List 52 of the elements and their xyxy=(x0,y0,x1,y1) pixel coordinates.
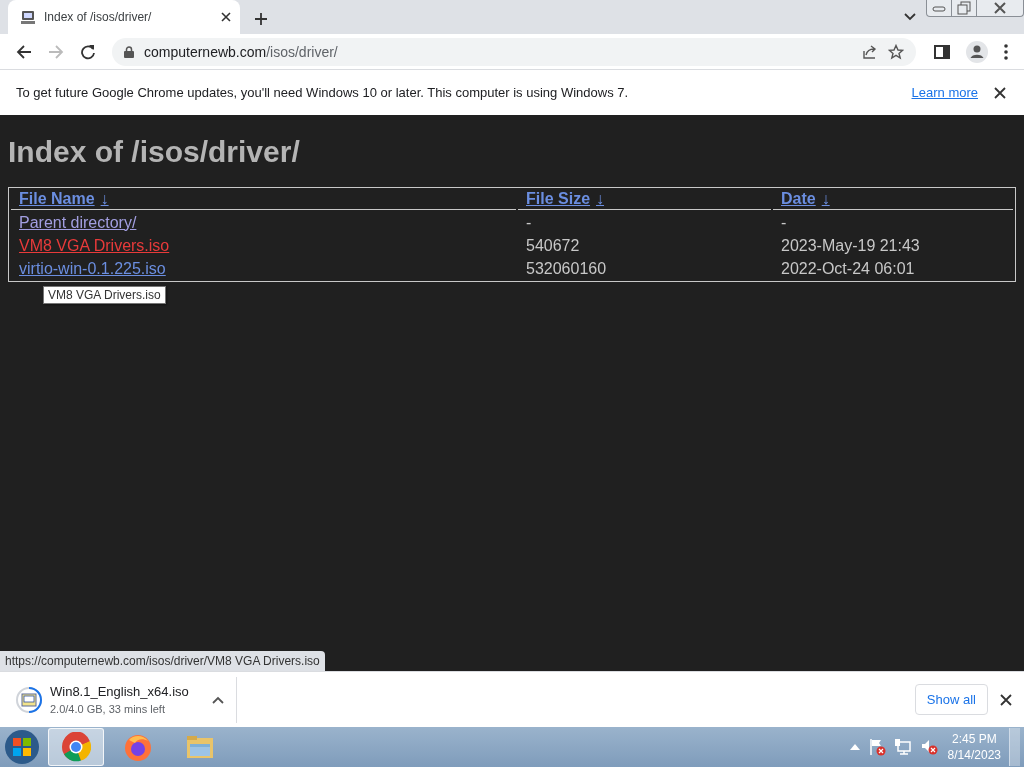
file-link[interactable]: virtio-win-0.1.225.iso xyxy=(19,259,166,277)
chrome-logo-icon xyxy=(61,732,91,762)
profile-icon[interactable] xyxy=(966,40,988,63)
file-size-cell-text: - xyxy=(525,212,533,233)
back-icon[interactable] xyxy=(16,43,32,60)
date-cell-text: - xyxy=(780,212,788,233)
clock-date: 8/14/2023 xyxy=(947,747,1001,763)
learn-more-link[interactable]: Learn more xyxy=(911,85,978,100)
date-cell-text: 2022-Oct-24 06:01 xyxy=(780,258,916,279)
status-url: https://computernewb.com/isos/driver/VM8 VGA Drivers.iso xyxy=(0,651,325,671)
clock-time: 2:45 PM xyxy=(951,731,997,747)
column-sort-link[interactable]: Date xyxy=(781,190,816,207)
reload-icon[interactable] xyxy=(80,43,96,60)
tab-title: Index of /isos/driver/ xyxy=(44,10,153,24)
windows-start-orb-icon[interactable] xyxy=(4,729,40,765)
close-icon[interactable] xyxy=(994,86,1006,99)
file-link[interactable]: Parent directory/ xyxy=(19,213,137,231)
chevron-down-icon[interactable] xyxy=(904,13,916,21)
download-progress-text: 2.0/4.0 GB, 33 mins left xyxy=(50,703,166,715)
sort-arrow[interactable]: ↓ xyxy=(596,190,605,207)
column-sort-link[interactable]: File Name xyxy=(19,190,95,207)
star-icon[interactable] xyxy=(888,43,904,60)
update-message: To get future Google Chrome updates, you'll need Windows 10 or later. This computer is using Windows 7. xyxy=(16,85,630,100)
browser-tab[interactable]: Index of /isos/driver/ xyxy=(8,0,240,34)
taskbar-button[interactable] xyxy=(48,728,104,766)
menu-icon[interactable] xyxy=(1004,43,1008,60)
sort-arrow[interactable]: ↓ xyxy=(100,190,109,207)
link-tooltip: VM8 VGA Drivers.iso xyxy=(43,286,166,304)
date-cell-text: 2023-May-19 21:43 xyxy=(780,235,921,256)
share-icon[interactable] xyxy=(862,43,878,60)
page-heading: Index of /isos/driver/ xyxy=(8,135,300,169)
new-tab-icon[interactable] xyxy=(254,12,268,26)
file-size-cell-text: 532060160 xyxy=(525,258,608,279)
lock-icon xyxy=(124,45,134,58)
flag-error-icon[interactable] xyxy=(867,738,886,756)
column-sort-link[interactable]: File Size xyxy=(526,190,591,207)
show-all-button[interactable]: Show all xyxy=(914,684,988,715)
close-icon[interactable] xyxy=(220,11,232,23)
firefox-logo-icon xyxy=(123,732,153,762)
network-icon[interactable] xyxy=(893,738,912,756)
chevron-up-icon[interactable] xyxy=(212,695,224,704)
download-file-name: Win8.1_English_x64.iso xyxy=(50,684,190,699)
file-link[interactable]: VM8 VGA Drivers.iso xyxy=(19,236,170,254)
file-size-cell-text: 540672 xyxy=(525,235,581,256)
computer-icon xyxy=(20,9,36,25)
close-icon[interactable] xyxy=(1000,693,1012,706)
address-bar[interactable]: computernewb.com/isos/driver/ xyxy=(112,37,916,66)
speaker-muted-icon[interactable] xyxy=(919,738,938,756)
disc-image-icon xyxy=(16,686,42,713)
url-text: computernewb.com/isos/driver/ xyxy=(144,43,339,60)
sort-arrow[interactable]: ↓ xyxy=(821,190,830,207)
side-panel-icon[interactable] xyxy=(934,43,950,60)
